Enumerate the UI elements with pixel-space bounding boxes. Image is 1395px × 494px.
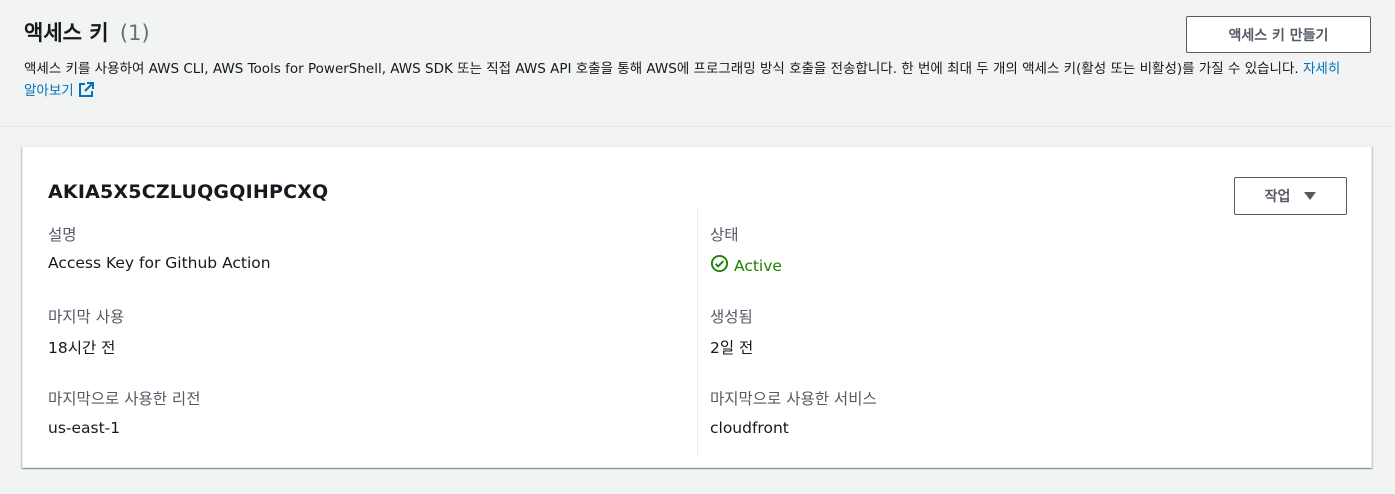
last-service-label: 마지막으로 사용한 서비스 — [710, 390, 877, 408]
external-link-icon — [78, 82, 94, 105]
page-header: 액세스 키 (1) 액세스 키를 사용하여 AWS CLI, AWS Tools… — [0, 0, 1395, 127]
access-key-id: AKIA5X5CZLUQGQIHPCXQ — [48, 181, 329, 203]
last-region-value: us-east-1 — [48, 419, 121, 437]
last-region-label: 마지막으로 사용한 리전 — [48, 390, 201, 408]
create-access-key-button[interactable]: 액세스 키 만들기 — [1186, 16, 1371, 53]
last-used-label: 마지막 사용 — [48, 308, 125, 326]
status-label: 상태 — [710, 226, 739, 244]
description-text: 액세스 키를 사용하여 AWS CLI, AWS Tools for Power… — [24, 61, 1299, 77]
created-label: 생성됨 — [710, 308, 753, 326]
status-value: Active — [734, 256, 782, 275]
status-badge: Active — [710, 254, 782, 277]
access-key-card: AKIA5X5CZLUQGQIHPCXQ 작업 설명 Access Key fo… — [22, 146, 1372, 468]
caret-down-icon — [1304, 192, 1317, 200]
description-value: Access Key for Github Action — [48, 254, 271, 272]
actions-button[interactable]: 작업 — [1234, 177, 1347, 215]
last-service-value: cloudfront — [710, 419, 789, 437]
key-count: (1) — [119, 21, 150, 45]
created-value: 2일 전 — [710, 339, 754, 357]
page-title-text: 액세스 키 — [24, 21, 109, 45]
last-used-value: 18시간 전 — [48, 339, 116, 357]
column-divider — [697, 209, 698, 455]
page-title: 액세스 키 (1) — [24, 17, 150, 47]
actions-label: 작업 — [1264, 189, 1291, 205]
check-circle-icon — [710, 254, 729, 277]
description-label: 설명 — [48, 226, 77, 244]
page-description: 액세스 키를 사용하여 AWS CLI, AWS Tools for Power… — [24, 58, 1344, 105]
